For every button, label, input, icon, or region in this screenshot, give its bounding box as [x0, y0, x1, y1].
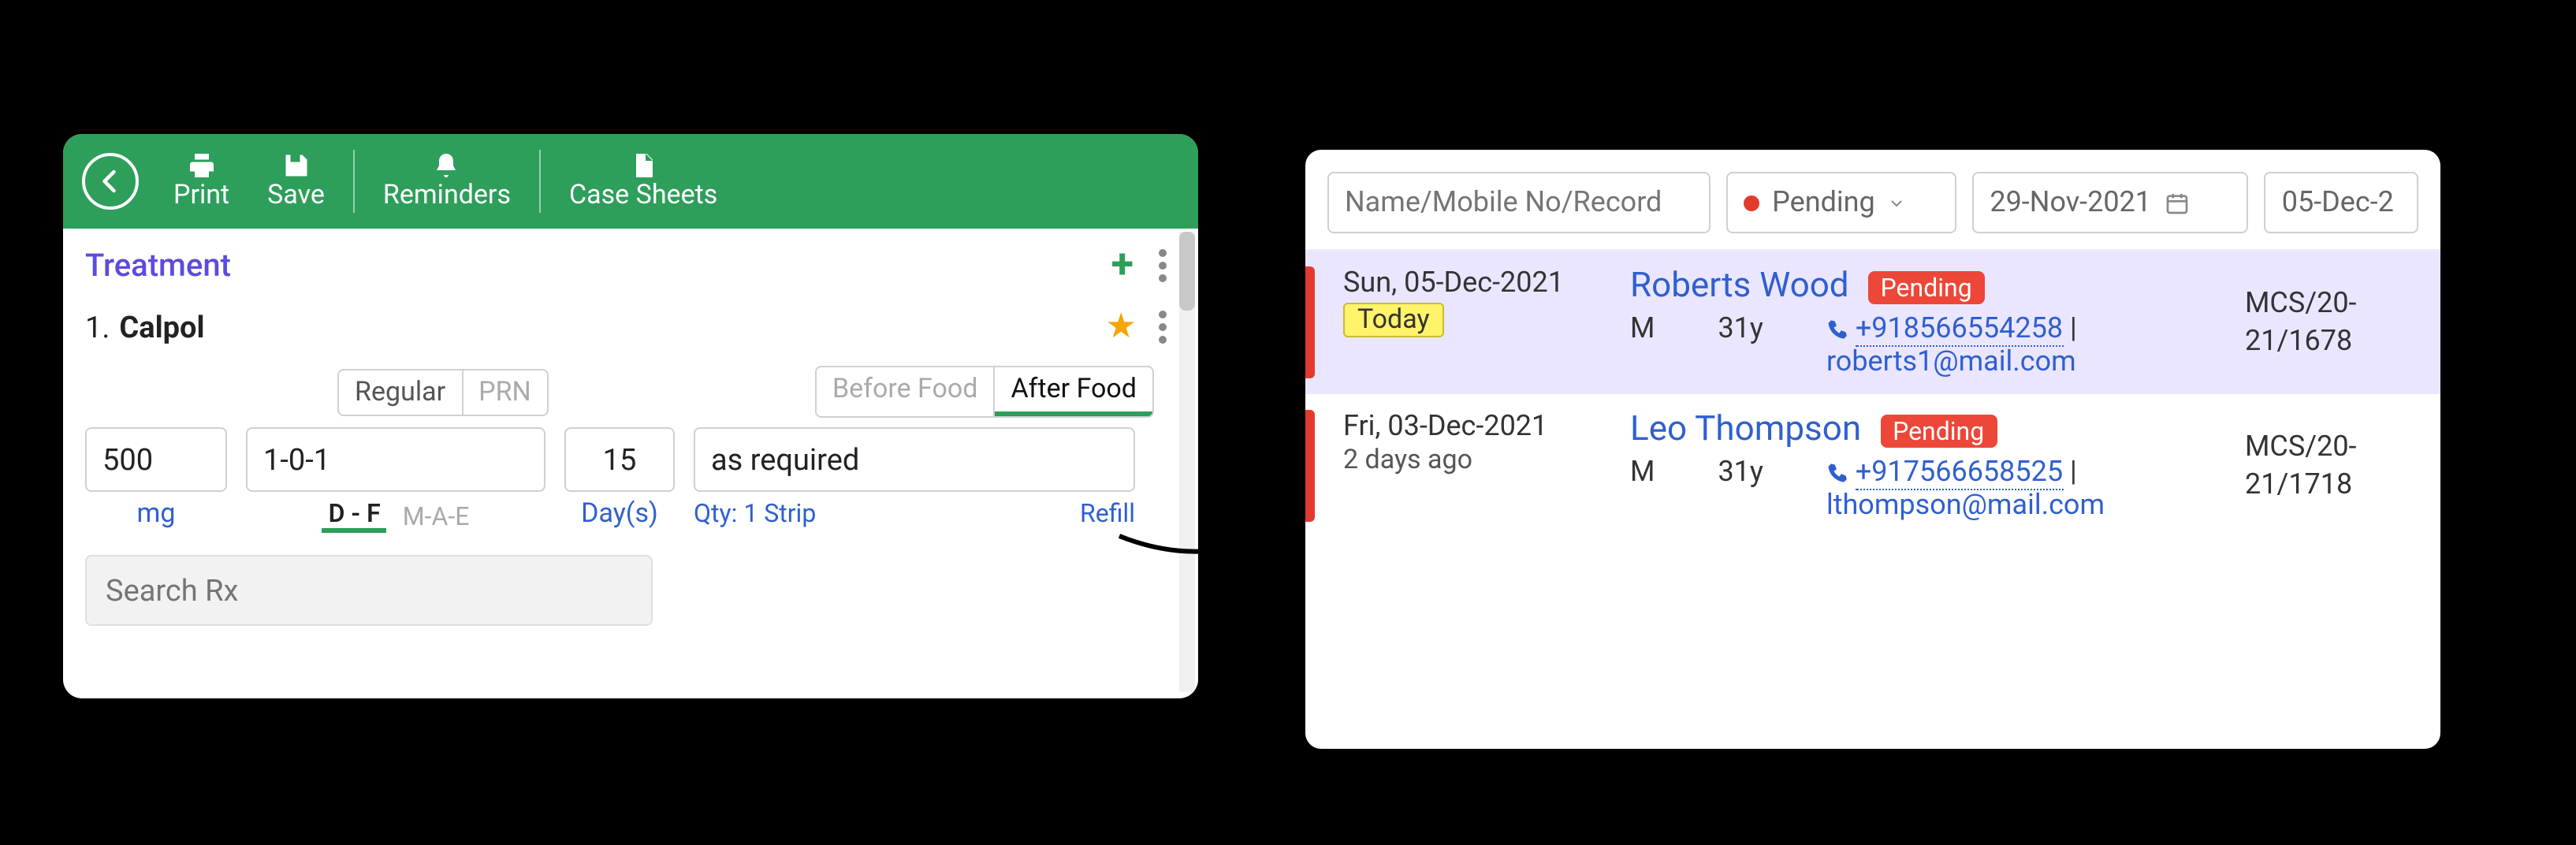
patient-gender: M	[1630, 456, 1655, 522]
section-header: Treatment +	[63, 229, 1198, 298]
status-filter[interactable]: Pending	[1726, 172, 1956, 233]
status-dot-icon	[1744, 195, 1759, 210]
toolbar-separator	[539, 150, 541, 213]
date-to-filter[interactable]: 05-Dec-2	[2265, 172, 2418, 233]
med-options-row: Regular PRN Before Food After Food	[63, 356, 1198, 421]
print-label: Print	[173, 180, 229, 211]
dose-unit[interactable]: mg	[137, 492, 176, 530]
freq-df-option[interactable]: D - F	[322, 498, 387, 533]
after-food-option[interactable]: After Food	[995, 367, 1152, 416]
patient-name[interactable]: Roberts Wood	[1630, 266, 1849, 306]
medication-row: 1. Calpol ★	[85, 304, 1176, 350]
regular-option[interactable]: Regular	[339, 370, 463, 414]
reminders-button[interactable]: Reminders	[364, 145, 530, 218]
section-title: Treatment	[85, 246, 231, 284]
food-timing-toggle: Before Food After Food	[815, 366, 1154, 418]
reminders-label: Reminders	[383, 180, 511, 211]
search-patient-input[interactable]	[1345, 186, 1693, 219]
toolbar: Print Save Reminders Case Sheets	[63, 134, 1198, 229]
patient-record[interactable]: Sun, 05-Dec-2021 Today Roberts Wood Pend…	[1305, 251, 2440, 394]
save-label: Save	[267, 180, 325, 211]
search-patient-box[interactable]	[1327, 172, 1711, 233]
records-list: Sun, 05-Dec-2021 Today Roberts Wood Pend…	[1305, 251, 2440, 538]
patient-age: 31y	[1718, 312, 1763, 378]
calendar-icon	[2164, 190, 2189, 215]
status-stripe	[1305, 410, 1315, 522]
record-date: Fri, 03-Dec-2021	[1343, 410, 1611, 443]
search-rx-input[interactable]	[85, 555, 653, 626]
star-icon[interactable]: ★	[1093, 307, 1149, 347]
patient-gender: M	[1630, 312, 1655, 378]
toolbar-separator	[353, 150, 355, 213]
bell-icon	[431, 151, 463, 180]
date-from-label: 29-Nov-2021	[1990, 186, 2151, 219]
status-stripe	[1305, 266, 1315, 378]
record-id: MCS/20-21/1678	[2245, 285, 2357, 359]
treatment-panel: Print Save Reminders Case Sheets Treatme…	[63, 134, 1198, 698]
chevron-down-icon	[1888, 193, 1907, 212]
patient-phone[interactable]: +917566658525	[1826, 456, 2070, 489]
instruction-input[interactable]: as required	[694, 427, 1135, 492]
med-menu-button[interactable]	[1149, 304, 1176, 350]
print-icon	[186, 151, 218, 180]
regular-prn-toggle: Regular PRN	[337, 368, 549, 415]
status-badge: Pending	[1868, 271, 1985, 304]
scrollbar-thumb[interactable]	[1179, 232, 1195, 311]
section-menu-button[interactable]	[1149, 242, 1176, 288]
patient-record[interactable]: Fri, 03-Dec-2021 2 days ago Leo Thompson…	[1305, 394, 2440, 538]
freq-mae-option[interactable]: M-A-E	[403, 501, 470, 530]
phone-icon	[1826, 318, 1848, 341]
filter-row: Pending 29-Nov-2021 05-Dec-2	[1305, 150, 2440, 251]
print-button[interactable]: Print	[154, 145, 248, 218]
med-index: 1.	[85, 309, 110, 345]
save-icon	[281, 151, 312, 180]
relative-time: 2 days ago	[1343, 445, 1472, 476]
arrow-left-icon	[96, 167, 125, 195]
record-date: Sun, 05-Dec-2021	[1343, 266, 1611, 300]
patient-email[interactable]: roberts1@mail.com	[1826, 345, 2076, 378]
document-icon	[627, 151, 659, 180]
today-badge: Today	[1343, 303, 1444, 337]
date-from-filter[interactable]: 29-Nov-2021	[1972, 172, 2248, 233]
patient-age: 31y	[1718, 456, 1763, 522]
save-button[interactable]: Save	[248, 145, 344, 218]
phone-icon	[1826, 462, 1848, 484]
frequency-input[interactable]: 1-0-1	[246, 427, 545, 492]
patient-email[interactable]: lthompson@mail.com	[1826, 489, 2105, 522]
add-treatment-button[interactable]: +	[1096, 241, 1149, 288]
before-food-option[interactable]: Before Food	[817, 367, 996, 416]
qty-link[interactable]: Qty: 1 Strip	[694, 498, 816, 528]
med-name: Calpol	[119, 309, 204, 345]
duration-input[interactable]: 15	[564, 427, 675, 492]
dose-input[interactable]: 500	[85, 427, 227, 492]
med-input-row: 500 mg 1-0-1 D - F M-A-E 15 Day(s) as re…	[63, 421, 1198, 539]
status-label: Pending	[1772, 186, 1875, 219]
case-sheets-label: Case Sheets	[569, 180, 717, 211]
patient-phone[interactable]: +918566554258	[1826, 312, 2070, 345]
record-id: MCS/20-21/1718	[2245, 429, 2357, 503]
duration-unit[interactable]: Day(s)	[581, 492, 658, 530]
patient-name[interactable]: Leo Thompson	[1630, 410, 1861, 449]
case-sheets-button[interactable]: Case Sheets	[550, 145, 736, 218]
date-to-label: 05-Dec-2	[2282, 186, 2394, 219]
records-panel: Pending 29-Nov-2021 05-Dec-2 Sun, 05-Dec…	[1305, 150, 2440, 749]
back-button[interactable]	[82, 153, 139, 210]
prn-option[interactable]: PRN	[463, 370, 547, 414]
status-badge: Pending	[1880, 415, 1997, 448]
